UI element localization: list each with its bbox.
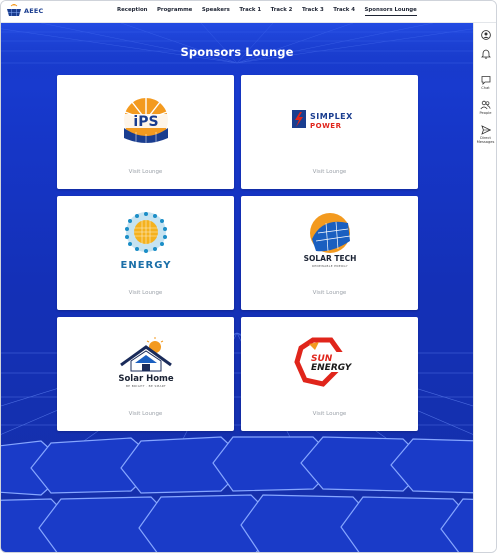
ips-logo: iPS xyxy=(57,75,234,167)
nav-item-track-4[interactable]: Track 4 xyxy=(333,7,355,13)
sponsor-card-ips[interactable]: iPS Visit Lounge xyxy=(57,75,234,189)
power-logo-text: POWER xyxy=(310,122,342,130)
visit-lounge-link[interactable]: Visit Lounge xyxy=(57,169,234,175)
nav-item-speakers[interactable]: Speakers xyxy=(202,7,230,13)
sun-energy-logo: SUN ENERGY xyxy=(241,317,418,409)
solar-tech-logo-text: SOLAR TECH xyxy=(303,254,356,263)
app-window: AEEC Reception Programme Speakers Track … xyxy=(0,0,497,553)
nav-item-track-3[interactable]: Track 3 xyxy=(302,7,324,13)
chat-icon xyxy=(481,76,490,85)
nav-item-programme[interactable]: Programme xyxy=(157,7,192,13)
visit-lounge-link[interactable]: Visit Lounge xyxy=(241,411,418,417)
solar-tech-logo: SOLAR TECH RENEWABLE ENERGY xyxy=(241,196,418,288)
solar-panel-icon xyxy=(7,4,21,17)
visit-lounge-link[interactable]: Visit Lounge xyxy=(57,290,234,296)
user-icon xyxy=(480,30,491,40)
top-navigation-bar: AEEC Reception Programme Speakers Track … xyxy=(1,1,496,23)
nav-item-reception[interactable]: Reception xyxy=(117,7,147,13)
brand-name: AEEC xyxy=(24,6,44,15)
visit-lounge-link[interactable]: Visit Lounge xyxy=(241,290,418,296)
chat-button[interactable]: Chat xyxy=(474,75,496,90)
solar-tech-tagline: RENEWABLE ENERGY xyxy=(312,264,348,268)
energy-logo-text: ENERGY xyxy=(120,260,171,271)
page-title: Sponsors Lounge xyxy=(180,45,294,59)
nav-item-track-2[interactable]: Track 2 xyxy=(271,7,293,13)
sponsor-card-solar-home[interactable]: Solar Home BE BRIGHT · BE SMART Visit Lo… xyxy=(57,317,234,431)
energy-logo: ENERGY xyxy=(57,196,234,288)
sponsors-lounge-stage: Sponsors Lounge iPS Visit Lounge SIMPLEX… xyxy=(1,23,473,552)
brand-logo[interactable]: AEEC xyxy=(6,4,43,17)
right-rail: Chat People Direct Messages xyxy=(473,23,496,552)
people-button[interactable]: People xyxy=(474,100,496,115)
simplex-logo-text: SIMPLEX xyxy=(310,112,353,121)
energy-logo-text-2: ENERGY xyxy=(311,363,353,373)
sponsor-card-sun-energy[interactable]: SUN ENERGY Visit Lounge xyxy=(241,317,418,431)
direct-messages-button[interactable]: Direct Messages xyxy=(474,125,496,145)
send-icon xyxy=(480,125,491,135)
sponsor-card-solar-tech[interactable]: SOLAR TECH RENEWABLE ENERGY Visit Lounge xyxy=(241,196,418,310)
profile-button[interactable] xyxy=(474,30,496,40)
sponsor-card-simplex-power[interactable]: SIMPLEX POWER Visit Lounge xyxy=(241,75,418,189)
solar-home-tagline: BE BRIGHT · BE SMART xyxy=(125,384,165,388)
nav-item-sponsors-lounge[interactable]: Sponsors Lounge xyxy=(364,7,418,16)
direct-messages-label: Direct Messages xyxy=(476,136,495,145)
nav-item-track-1[interactable]: Track 1 xyxy=(239,7,261,13)
chat-label: Chat xyxy=(481,86,490,90)
solar-home-logo-text: Solar Home xyxy=(118,374,174,384)
people-label: People xyxy=(479,111,492,115)
simplex-power-logo: SIMPLEX POWER xyxy=(241,75,418,167)
main-nav: Reception Programme Speakers Track 1 Tra… xyxy=(117,7,426,16)
ips-logo-text: iPS xyxy=(133,114,158,130)
people-icon xyxy=(480,100,491,110)
notifications-button[interactable] xyxy=(474,49,496,59)
bell-icon xyxy=(480,49,491,59)
sponsor-card-energy[interactable]: ENERGY Visit Lounge xyxy=(57,196,234,310)
visit-lounge-link[interactable]: Visit Lounge xyxy=(57,411,234,417)
visit-lounge-link[interactable]: Visit Lounge xyxy=(241,169,418,175)
solar-home-logo: Solar Home BE BRIGHT · BE SMART xyxy=(57,317,234,409)
